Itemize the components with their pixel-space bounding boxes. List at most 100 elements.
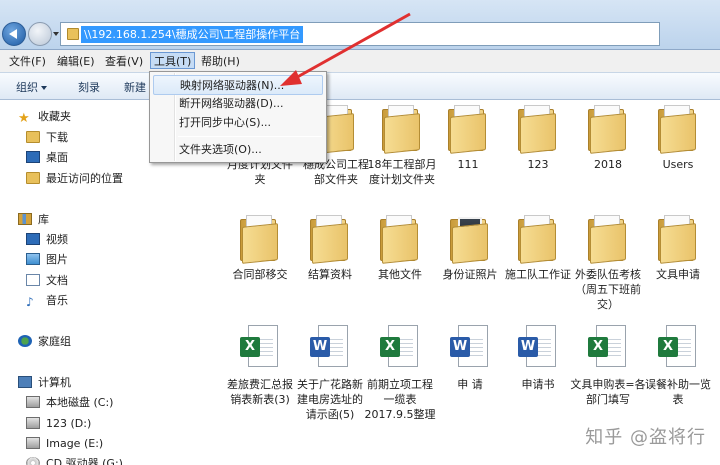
folder-icon (308, 213, 352, 264)
photo-folder-icon (448, 213, 492, 264)
folder-label: 结算资料 (308, 268, 352, 281)
hard-drive-icon (26, 396, 40, 408)
organize-button[interactable]: 组织 (16, 79, 47, 95)
sidebar-item-desktop[interactable]: 桌面 (26, 149, 68, 167)
menu-view[interactable]: 查看(V) (102, 53, 146, 70)
file-item[interactable]: W 申请书 (500, 323, 576, 392)
folder-item[interactable]: 合同部移交 (222, 213, 298, 282)
file-item[interactable]: X 误餐补助一览表 (640, 323, 716, 407)
folder-options-item[interactable]: 文件夹选项(O)... (153, 140, 323, 160)
folder-icon (67, 28, 79, 40)
sidebar-item-documents[interactable]: 文档 (26, 272, 68, 290)
sidebar-label: 收藏夹 (38, 110, 71, 123)
folder-icon (446, 103, 490, 154)
sidebar-item-downloads[interactable]: 下载 (26, 129, 68, 147)
open-sync-center-item[interactable]: 打开同步中心(S)... (153, 113, 323, 133)
documents-icon (26, 274, 40, 286)
organize-label: 组织 (16, 81, 38, 94)
sidebar-item-drive-c[interactable]: 本地磁盘 (C:) (26, 394, 113, 412)
folder-label: 其他文件 (378, 268, 422, 281)
folder-item[interactable]: 结算资料 (292, 213, 368, 282)
sidebar-item-drive-d[interactable]: 123 (D:) (26, 415, 91, 433)
sidebar-item-drive-g[interactable]: CD 驱动器 (G:) (26, 455, 123, 465)
homegroup-icon (18, 335, 32, 347)
address-bar[interactable]: \\192.168.1.254\穗成公司\工程部操作平台 (60, 22, 660, 46)
menu-file[interactable]: 文件(F) (6, 53, 49, 70)
folder-item[interactable]: 其他文件 (362, 213, 438, 282)
folder-item[interactable]: 123 (500, 103, 576, 172)
folder-icon (656, 213, 700, 264)
disconnect-network-drive-item[interactable]: 断开网络驱动器(D)... (153, 94, 323, 114)
folder-label: 111 (457, 158, 479, 171)
folder-item[interactable]: 18年工程部月度计划文件夹 (364, 103, 440, 187)
sidebar-label: 音乐 (46, 294, 68, 307)
word-file-icon: W (516, 323, 560, 373)
forward-button[interactable] (28, 22, 52, 46)
folder-item[interactable]: 施工队工作证 (500, 213, 576, 282)
folder-icon (516, 103, 560, 154)
folder-label: 2018 (594, 158, 622, 171)
menu-edit[interactable]: 编辑(E) (54, 53, 98, 70)
map-network-drive-item[interactable]: 映射网络驱动器(N)... (153, 75, 323, 95)
tools-menu: 映射网络驱动器(N)... 断开网络驱动器(D)... 打开同步中心(S)...… (149, 71, 327, 163)
excel-file-icon: X (586, 323, 630, 373)
folder-item[interactable]: 身份证照片 (432, 213, 508, 282)
watermark: 知乎 @盗将行 (585, 427, 706, 448)
folder-icon (586, 103, 630, 154)
download-folder-icon (26, 131, 40, 143)
folder-item[interactable]: 外委队伍考核（周五下班前交） (570, 213, 646, 312)
recent-pages-dropdown[interactable] (53, 32, 59, 36)
sidebar-label: CD 驱动器 (G:) (46, 457, 123, 465)
file-item[interactable]: X 差旅费汇总报销表新表(3) (222, 323, 298, 407)
sidebar-libraries[interactable]: 库 (18, 211, 49, 229)
folder-icon (380, 103, 424, 154)
address-path[interactable]: \\192.168.1.254\穗成公司\工程部操作平台 (81, 26, 304, 43)
sidebar-computer[interactable]: 计算机 (18, 374, 71, 392)
folder-icon (238, 213, 282, 264)
sidebar-homegroup[interactable]: 家庭组 (18, 333, 71, 351)
sidebar-item-drive-e[interactable]: Image (E:) (26, 435, 103, 453)
folder-icon (586, 213, 630, 264)
folder-item[interactable]: 111 (430, 103, 506, 172)
sidebar-label: 视频 (46, 233, 68, 246)
sidebar-label: 图片 (46, 253, 68, 266)
sidebar-label: 下载 (46, 131, 68, 144)
sidebar-item-music[interactable]: ♪ 音乐 (26, 292, 68, 310)
folder-icon (516, 213, 560, 264)
sidebar-label: 文档 (46, 274, 68, 287)
folder-item[interactable]: 文具申请 (640, 213, 716, 282)
burn-button[interactable]: 刻录 (78, 79, 100, 95)
sidebar-item-videos[interactable]: 视频 (26, 231, 68, 249)
recent-places-icon (26, 172, 40, 184)
command-bar: 组织 刻录 新建 (0, 72, 720, 100)
excel-file-icon: X (378, 323, 422, 373)
file-label: 关于广花路新建电房选址的请示函(5) (297, 378, 363, 421)
folder-label: Users (662, 158, 694, 171)
file-item[interactable]: W 关于广花路新建电房选址的请示函(5) (292, 323, 368, 422)
video-icon (26, 233, 40, 245)
sidebar-item-recent[interactable]: 最近访问的位置 (26, 170, 123, 188)
folder-label: 合同部移交 (232, 268, 288, 281)
sidebar-item-pictures[interactable]: 图片 (26, 251, 68, 269)
menu-separator (178, 136, 322, 137)
file-label: 误餐补助一览表 (645, 378, 711, 406)
word-file-icon: W (448, 323, 492, 373)
title-bar: \\192.168.1.254\穗成公司\工程部操作平台 (0, 0, 720, 50)
menu-help[interactable]: 帮助(H) (198, 53, 243, 70)
chevron-down-icon (41, 86, 47, 90)
file-item[interactable]: X 文具申购表=各部门填写 (570, 323, 646, 407)
file-item[interactable]: X 前期立项工程一缆表2017.9.5整理 (362, 323, 438, 422)
menu-bar: 文件(F) 编辑(E) 查看(V) 工具(T) 帮助(H) (0, 50, 720, 72)
folder-item[interactable]: 2018 (570, 103, 646, 172)
menu-tools[interactable]: 工具(T) (150, 52, 196, 69)
file-label: 申请书 (521, 378, 555, 391)
file-item[interactable]: W 申 请 (432, 323, 508, 392)
star-icon: ★ (18, 111, 30, 126)
folder-item[interactable]: Users (640, 103, 716, 172)
excel-file-icon: X (238, 323, 282, 373)
sidebar-favorites[interactable]: ★ 收藏夹 (18, 108, 71, 126)
folder-icon (656, 103, 700, 154)
back-button[interactable] (2, 22, 26, 46)
new-folder-button[interactable]: 新建 (124, 79, 146, 95)
sidebar-label: 家庭组 (38, 335, 71, 348)
